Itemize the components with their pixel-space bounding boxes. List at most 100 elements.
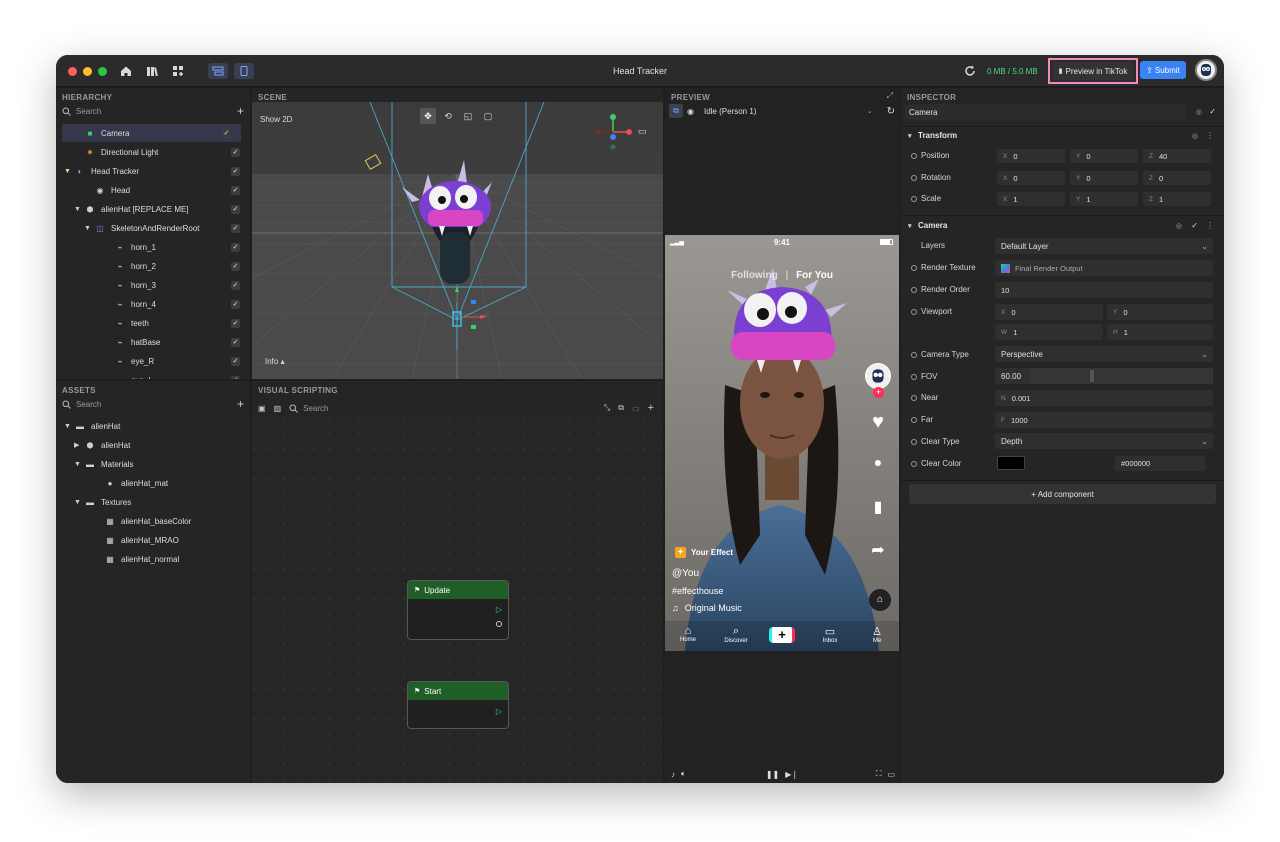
video-music[interactable]: ♫ Original Music [672,603,742,613]
add-component-button[interactable]: + Add component [909,484,1216,504]
camera-enabled-check-icon[interactable]: ✓ [1191,221,1198,230]
image-icon[interactable]: ▨ [274,404,282,413]
volume-icon[interactable]: 🔈︎ [681,769,686,779]
nav-home[interactable]: ⌂ Home [675,625,701,643]
preview-in-tiktok-button[interactable]: ▮ Preview in TikTok [1053,62,1133,80]
camera-more-icon[interactable]: ⋮ [1206,221,1214,230]
scene-info-button[interactable]: Info ▴ [265,357,285,366]
exec-output-port[interactable]: ▷ [496,707,502,716]
hierarchy-search[interactable]: Search + [62,104,244,118]
nav-inbox[interactable]: ▭ Inbox [815,625,845,644]
effect-tag[interactable]: ✦ Your Effect [675,547,733,558]
visibility-checkbox[interactable]: ✓ [231,318,240,328]
hierarchy-item[interactable]: ✷ Directional Light ✓ [56,143,250,161]
move-tool-icon[interactable]: ✥ [420,108,436,124]
transform-more-icon[interactable]: ⋮ [1206,131,1214,140]
visibility-checkbox[interactable]: ✓ [231,166,240,176]
create-video-button[interactable]: + [769,627,795,643]
near-field[interactable]: N 0.001 [995,390,1213,406]
rect-tool-icon[interactable]: ▢ [480,108,496,124]
video-hashtag[interactable]: #effecthouse [672,586,723,596]
hierarchy-item[interactable]: ▼ ◫ SkeletonAndRenderRoot ✓ [56,219,250,237]
scale-y-field[interactable]: Y1 [1070,192,1138,206]
hierarchy-item[interactable]: ⌁ horn_1 ✓ [56,238,250,256]
clear-color-hex-field[interactable]: #000000 [1115,456,1205,471]
visibility-checkbox[interactable]: ✓ [231,204,240,214]
clear-type-select[interactable]: Depth ⌄ [995,433,1213,449]
asset-item[interactable]: ▼ ▬ alienHat [56,417,250,435]
visibility-checkbox[interactable]: ✓ [231,280,240,290]
rotate-tool-icon[interactable]: ⟲ [440,108,456,124]
expand-caret-icon[interactable]: ▼ [74,206,84,213]
hierarchy-item[interactable]: ▼ ◐ Head Tracker ✓ [56,162,250,180]
nav-discover[interactable]: ⌕ Discover [720,625,752,644]
show-2d-toggle[interactable]: Show 2D [260,115,292,124]
visibility-checkbox[interactable]: ✓ [231,356,240,366]
visibility-checkbox[interactable]: ✓ [231,299,240,309]
viewport-y-field[interactable]: Y0 [1107,304,1213,320]
bookmark-icon[interactable]: ▮ [865,497,891,517]
asset-item[interactable]: ▼ ▬ Materials [56,455,250,473]
visibility-checkbox[interactable]: ✓ [231,147,240,157]
next-icon[interactable]: ▶❘ [785,770,798,779]
record-icon[interactable]: ▭ [887,770,895,779]
hierarchy-item[interactable]: ⌁ eye_R ✓ [56,352,250,370]
expand-caret-icon[interactable]: ▼ [64,423,74,430]
camera-view-icon[interactable]: ▭ [638,126,647,137]
switch-camera-icon[interactable]: ⧉ [669,104,683,118]
visual-scripting-search[interactable]: Search [289,404,328,413]
target-icon[interactable]: ◎ [1196,108,1202,116]
heart-icon[interactable]: ♥ [865,411,891,434]
update-node[interactable]: ⚑ Update ▷ [407,580,509,640]
layers-select[interactable]: Default Layer ⌄ [995,238,1213,254]
hierarchy-item[interactable]: ⌁ hatBase ✓ [56,333,250,351]
value-output-port[interactable] [496,621,502,627]
scale-tool-icon[interactable]: ◱ [460,108,476,124]
render-texture-field[interactable]: Final Render Output [995,260,1213,276]
viewport-w-field[interactable]: W1 [995,324,1103,340]
refresh-icon[interactable] [963,64,977,78]
viewport-h-field[interactable]: H1 [1107,324,1213,340]
scale-x-field[interactable]: X1 [997,192,1065,206]
hierarchy-item[interactable]: ⌁ horn_3 ✓ [56,276,250,294]
scale-z-field[interactable]: Z1 [1143,192,1211,206]
hierarchy-item[interactable]: ■ Camera ✓ [62,124,241,142]
asset-item[interactable]: ● alienHat_mat [56,474,250,492]
object-name-field[interactable]: Camera [905,104,1185,120]
render-order-field[interactable]: 10 [995,282,1213,298]
camera-type-select[interactable]: Perspective ⌄ [995,346,1213,362]
visibility-checkbox[interactable]: ✓ [231,261,240,271]
submit-button[interactable]: ⇪ Submit [1140,61,1186,79]
creator-avatar[interactable] [865,363,891,389]
exec-output-port[interactable]: ▷ [496,605,502,614]
expand-caret-icon[interactable]: ▼ [84,225,94,232]
rotation-y-field[interactable]: Y0 [1070,171,1138,185]
asset-item[interactable]: ▶ ⬢ alienHat [56,436,250,454]
fov-field[interactable]: 60.00 [995,368,1213,384]
expand-caret-icon[interactable]: ▼ [74,499,84,506]
hierarchy-item[interactable]: ⌁ horn_2 ✓ [56,257,250,275]
rotation-x-field[interactable]: X0 [997,171,1065,185]
hierarchy-item[interactable]: ⌁ eye_L ✓ [56,371,250,379]
position-x-field[interactable]: X0 [997,149,1065,163]
preview-video-select[interactable]: Idle (Person 1) [704,107,867,116]
tab-following[interactable]: Following [731,270,778,281]
position-z-field[interactable]: Z 40 [1143,149,1211,163]
start-node[interactable]: ⚑ Start ▷ [407,681,509,729]
position-y-field[interactable]: Y0 [1070,149,1138,163]
hierarchy-item[interactable]: ▼ ⬢ alienHat [REPLACE ME] ✓ [56,200,250,218]
comment-icon[interactable]: ▭ [632,404,640,413]
group-icon[interactable]: ⧉ [618,403,624,413]
visibility-checkbox[interactable]: ✓ [231,375,240,379]
follow-plus-icon[interactable]: + [873,387,884,398]
add-object-icon[interactable]: + [237,104,244,118]
expand-icon[interactable]: ⤢ [887,91,893,101]
far-field[interactable]: F 1000 [995,412,1213,428]
nav-me[interactable]: ♙ Me [867,625,887,644]
asset-item[interactable]: ▦ alienHat_baseColor [56,512,250,530]
pause-icon[interactable]: ❚❚ [766,770,779,779]
expand-caret-icon[interactable]: ▼ [64,168,74,175]
auto-layout-icon[interactable]: ⤡ [604,403,610,413]
asset-item[interactable]: ▦ alienHat_MRAO [56,531,250,549]
visibility-checkbox[interactable]: ✓ [222,128,231,138]
